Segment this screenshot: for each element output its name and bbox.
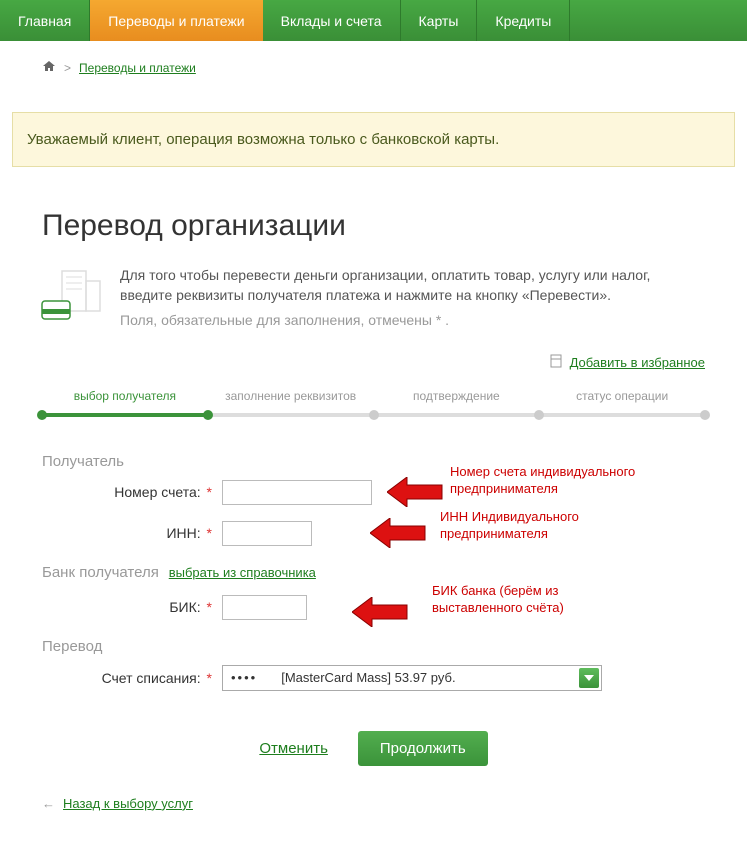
- nav-item-transfers[interactable]: Переводы и платежи: [90, 0, 262, 41]
- row-bik: БИК: * БИК банка (берём из выставленного…: [42, 595, 705, 620]
- breadcrumb-separator: >: [64, 61, 71, 75]
- row-bank-header: Банк получателя выбрать из справочника: [42, 564, 705, 581]
- section-bank: Банк получателя: [42, 564, 159, 581]
- notice-banner: Уважаемый клиент, операция возможна толь…: [12, 112, 735, 167]
- debit-account-select[interactable]: •••• [MasterCard Mass] 53.97 руб.: [222, 665, 602, 691]
- debit-selected-value: [MasterCard Mass] 53.97 руб.: [281, 670, 455, 685]
- intro-block: Для того чтобы перевести деньги организа…: [42, 265, 705, 330]
- debit-label: Счет списания: *: [42, 670, 222, 686]
- inn-input[interactable]: [222, 521, 312, 546]
- step-status: статус операции: [539, 389, 705, 417]
- step-label: выбор получателя: [42, 389, 208, 403]
- step-recipient: выбор получателя: [42, 389, 208, 417]
- step-confirm: подтверждение: [374, 389, 540, 417]
- annotation-account: Номер счета индивидуального предпринимат…: [450, 464, 660, 498]
- add-favorite-link[interactable]: Добавить в избранное: [570, 355, 705, 370]
- breadcrumb: > Переводы и платежи: [0, 41, 747, 94]
- page-title: Перевод организации: [42, 209, 705, 243]
- annotation-bik: БИК банка (берём из выставленного счёта): [432, 583, 642, 617]
- annotation-inn: ИНН Индивидуального предпринимателя: [440, 509, 650, 543]
- section-transfer: Перевод: [42, 638, 705, 655]
- back-link-row: ← Назад к выбору услуг: [42, 796, 705, 811]
- building-icon: [42, 265, 102, 323]
- top-nav: Главная Переводы и платежи Вклады и счет…: [0, 0, 747, 41]
- chevron-down-icon: [579, 668, 599, 688]
- back-link[interactable]: Назад к выбору услуг: [63, 796, 193, 811]
- row-debit-account: Счет списания: * •••• [MasterCard Mass] …: [42, 665, 705, 691]
- account-label: Номер счета: *: [42, 484, 222, 500]
- home-icon[interactable]: [42, 59, 56, 76]
- arrow-icon: [370, 518, 426, 548]
- nav-item-home[interactable]: Главная: [0, 0, 90, 41]
- bank-reference-link[interactable]: выбрать из справочника: [169, 565, 316, 580]
- card-masked: ••••: [231, 670, 257, 685]
- bik-label: БИК: *: [42, 599, 222, 615]
- arrow-left-icon: ←: [42, 796, 55, 811]
- inn-label: ИНН: *: [42, 525, 222, 541]
- cancel-button[interactable]: Отменить: [259, 740, 328, 757]
- account-input[interactable]: [222, 480, 372, 505]
- arrow-icon: [352, 597, 408, 627]
- row-account: Номер счета: * Номер счета индивидуально…: [42, 480, 705, 505]
- bookmark-icon: [550, 354, 562, 371]
- step-label: заполнение реквизитов: [208, 389, 374, 403]
- step-details: заполнение реквизитов: [208, 389, 374, 417]
- nav-item-cards[interactable]: Карты: [401, 0, 478, 41]
- progress-steps: выбор получателя заполнение реквизитов п…: [42, 389, 705, 417]
- breadcrumb-link[interactable]: Переводы и платежи: [79, 61, 196, 75]
- step-label: статус операции: [539, 389, 705, 403]
- nav-item-credits[interactable]: Кредиты: [477, 0, 570, 41]
- row-inn: ИНН: * ИНН Индивидуального предпринимате…: [42, 521, 705, 546]
- step-label: подтверждение: [374, 389, 540, 403]
- intro-text-hint: Поля, обязательные для заполнения, отмеч…: [120, 310, 705, 330]
- arrow-icon: [387, 477, 443, 507]
- intro-text-main: Для того чтобы перевести деньги организа…: [120, 265, 705, 306]
- bik-input[interactable]: [222, 595, 307, 620]
- continue-button[interactable]: Продолжить: [358, 731, 488, 766]
- nav-item-deposits[interactable]: Вклады и счета: [263, 0, 401, 41]
